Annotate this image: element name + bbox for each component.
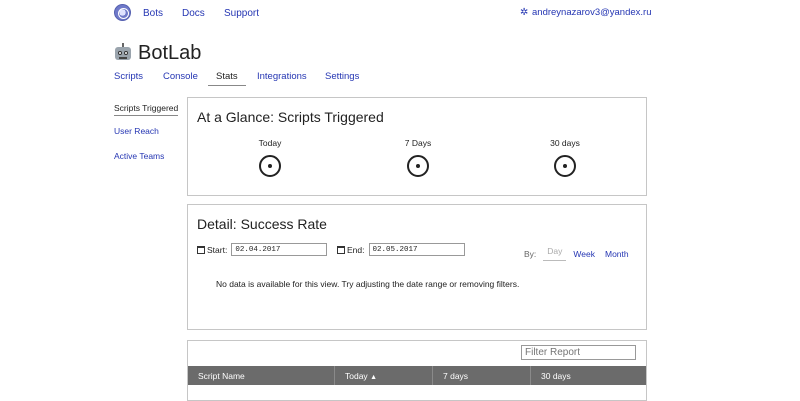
granularity-selector: By: Day Week Month [524,246,629,261]
tab-settings[interactable]: Settings [325,68,359,85]
user-menu[interactable]: ✲ andreynazarov3@yandex.ru [520,7,652,18]
granularity-day[interactable]: Day [543,246,567,261]
report-table-header: Script Name Today ▲ 7 days 30 days [188,366,646,385]
spinner-icon [407,155,429,177]
logo-icon[interactable] [114,4,131,21]
end-date-input[interactable] [368,243,465,256]
start-label: Start: [207,244,228,255]
no-data-message: No data is available for this view. Try … [216,279,520,289]
user-email: andreynazarov3@yandex.ru [532,7,652,18]
column-header-7-days[interactable]: 7 days [433,366,531,385]
page-title: BotLab [138,41,202,64]
nav-link-bots[interactable]: Bots [143,8,163,19]
filter-report-input[interactable] [521,345,636,360]
end-label: End: [347,244,365,255]
sort-ascending-icon: ▲ [370,374,377,381]
sidebar-item-user-reach[interactable]: User Reach [114,126,159,136]
granularity-month[interactable]: Month [605,249,629,259]
granularity-week[interactable]: Week [573,249,595,259]
column-header-today[interactable]: Today ▲ [335,366,433,385]
calendar-icon [337,245,345,254]
glance-panel: At a Glance: Scripts Triggered Today 7 D… [187,97,647,196]
column-header-script-name[interactable]: Script Name [188,366,335,385]
top-navigation: Bots Docs Support ✲ andreynazarov3@yande… [0,0,800,26]
by-label: By: [524,248,537,259]
sidebar-item-active-teams[interactable]: Active Teams [114,151,164,161]
stat-label: Today [258,138,282,148]
detail-panel: Detail: Success Rate Start: End: By: Day… [187,204,647,330]
detail-title: Detail: Success Rate [197,216,327,232]
glance-title: At a Glance: Scripts Triggered [197,109,384,125]
robot-icon [114,43,132,63]
spinner-icon [259,155,281,177]
stat-7-days: 7 Days [388,138,448,177]
gear-icon: ✲ [520,7,529,18]
stat-label: 30 days [550,138,580,148]
app-header: BotLab [114,40,201,66]
tab-scripts[interactable]: Scripts [114,68,143,85]
tab-integrations[interactable]: Integrations [257,68,307,85]
spinner-icon [554,155,576,177]
stat-label: 7 Days [404,138,432,148]
calendar-icon [197,245,205,254]
date-range: Start: End: [197,243,465,256]
sidebar-item-scripts-triggered[interactable]: Scripts Triggered [114,103,179,116]
nav-link-docs[interactable]: Docs [182,8,205,19]
report-panel: Script Name Today ▲ 7 days 30 days [187,340,647,401]
stat-30-days: 30 days [535,138,595,177]
column-header-30-days[interactable]: 30 days [531,366,646,385]
nav-link-support[interactable]: Support [224,8,259,19]
stat-today: Today [240,138,300,177]
start-date-input[interactable] [231,243,328,256]
tab-stats[interactable]: Stats [208,68,246,86]
column-header-label: Today [345,371,368,381]
tab-console[interactable]: Console [163,68,198,85]
